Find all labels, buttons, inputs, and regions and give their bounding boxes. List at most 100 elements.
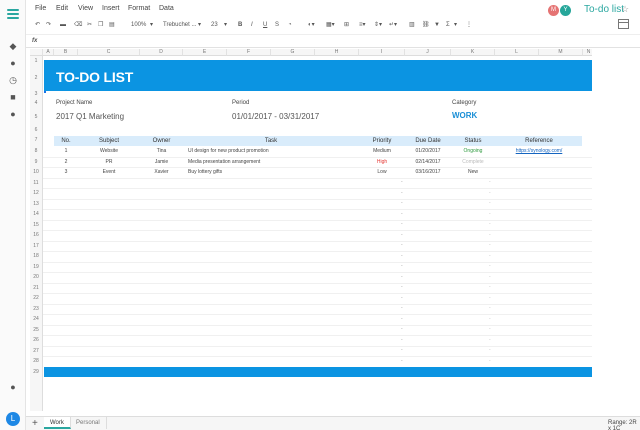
info-icon[interactable]: ● bbox=[7, 108, 19, 120]
user-avatar[interactable]: L bbox=[6, 412, 20, 426]
column-header[interactable]: J bbox=[405, 49, 451, 56]
column-header[interactable]: C bbox=[78, 49, 140, 56]
cell-status[interactable]: Complete bbox=[451, 159, 495, 165]
chevron-down-icon[interactable]: ▾ bbox=[198, 20, 201, 30]
cell-owner[interactable]: Jamie bbox=[140, 159, 183, 165]
status-placeholder[interactable]: - bbox=[489, 190, 491, 196]
status-placeholder[interactable]: - bbox=[489, 284, 491, 290]
cell-task[interactable]: Buy lottery gifts bbox=[188, 169, 222, 175]
row-header[interactable]: 8 bbox=[30, 146, 43, 157]
header-due-date[interactable]: Due Date bbox=[405, 138, 451, 144]
due-date-placeholder[interactable]: - bbox=[401, 221, 403, 227]
header-reference[interactable]: Reference bbox=[495, 138, 583, 144]
row-header[interactable]: 12 bbox=[30, 188, 43, 199]
status-placeholder[interactable]: - bbox=[489, 305, 491, 311]
row-header[interactable]: 27 bbox=[30, 345, 43, 356]
menu-edit[interactable]: Edit bbox=[56, 5, 68, 12]
collaborator-avatar-y[interactable]: Y bbox=[560, 5, 571, 16]
row-header[interactable]: 15 bbox=[30, 219, 43, 230]
column-header[interactable]: G bbox=[271, 49, 315, 56]
status-placeholder[interactable]: - bbox=[489, 179, 491, 185]
status-placeholder[interactable]: - bbox=[489, 326, 491, 332]
cell-subject[interactable]: Event bbox=[78, 169, 140, 175]
row-header[interactable]: 14 bbox=[30, 209, 43, 220]
paste-icon[interactable]: ▤ bbox=[109, 20, 115, 30]
cell-no[interactable]: 1 bbox=[54, 148, 78, 154]
status-placeholder[interactable]: - bbox=[489, 211, 491, 217]
footer-banner[interactable] bbox=[44, 367, 592, 377]
column-header[interactable]: A bbox=[43, 49, 54, 56]
row-header[interactable]: 21 bbox=[30, 282, 43, 293]
due-date-placeholder[interactable]: - bbox=[401, 200, 403, 206]
due-date-placeholder[interactable]: - bbox=[401, 347, 403, 353]
row-header[interactable]: 25 bbox=[30, 324, 43, 335]
cell-status[interactable]: New bbox=[451, 169, 495, 175]
project-name-value[interactable]: 2017 Q1 Marketing bbox=[56, 112, 124, 121]
spreadsheet-grid[interactable]: A B C D E F G H I J K L M N 1 2 3 4 5 6 … bbox=[30, 49, 592, 411]
row-header[interactable]: 1 bbox=[30, 56, 43, 66]
due-date-placeholder[interactable]: - bbox=[401, 274, 403, 280]
cell-priority[interactable]: Low bbox=[359, 169, 405, 175]
row-header[interactable]: 9 bbox=[30, 156, 43, 167]
header-subject[interactable]: Subject bbox=[78, 138, 140, 144]
zoom-select[interactable]: 100% bbox=[131, 20, 146, 30]
header-task[interactable]: Task bbox=[183, 138, 359, 144]
row-header[interactable]: 16 bbox=[30, 230, 43, 241]
row-header[interactable]: 10 bbox=[30, 167, 43, 178]
chevron-down-icon[interactable]: ▾ bbox=[454, 20, 457, 30]
row-header[interactable]: 22 bbox=[30, 293, 43, 304]
row-header[interactable]: 29 bbox=[30, 367, 43, 377]
cell-owner[interactable]: Tina bbox=[140, 148, 183, 154]
header-owner[interactable]: Owner bbox=[140, 138, 183, 144]
menu-view[interactable]: View bbox=[78, 5, 93, 12]
row-header[interactable]: 20 bbox=[30, 272, 43, 283]
borders-icon[interactable]: ▦▾ bbox=[326, 20, 335, 30]
formula-bar[interactable]: fx bbox=[26, 34, 640, 48]
row-header[interactable]: 24 bbox=[30, 314, 43, 325]
status-placeholder[interactable]: - bbox=[489, 337, 491, 343]
status-placeholder[interactable]: - bbox=[489, 200, 491, 206]
header-priority[interactable]: Priority bbox=[359, 138, 405, 144]
undo-icon[interactable]: ↶ bbox=[35, 20, 40, 30]
due-date-placeholder[interactable]: - bbox=[401, 242, 403, 248]
align-vertical-icon[interactable]: ⇕▾ bbox=[374, 20, 382, 30]
due-date-placeholder[interactable]: - bbox=[401, 337, 403, 343]
chat-icon[interactable]: ● bbox=[7, 381, 19, 393]
font-family-select[interactable]: Trebuchet ... bbox=[163, 20, 196, 30]
row-header[interactable]: 26 bbox=[30, 335, 43, 346]
due-date-placeholder[interactable]: - bbox=[401, 295, 403, 301]
header-no[interactable]: No. bbox=[54, 138, 78, 144]
cell-task[interactable]: Media presentation arrangement bbox=[188, 159, 260, 165]
share-user-icon[interactable]: ● bbox=[7, 57, 19, 69]
header-status[interactable]: Status bbox=[451, 138, 495, 144]
column-header[interactable]: D bbox=[140, 49, 183, 56]
text-wrap-icon[interactable]: ↵▾ bbox=[389, 20, 397, 30]
align-horizontal-icon[interactable]: ≡▾ bbox=[359, 20, 366, 30]
history-icon[interactable]: ◷ bbox=[7, 74, 19, 86]
cell-subject[interactable]: Website bbox=[78, 148, 140, 154]
merge-cells-icon[interactable]: ⊞ bbox=[344, 20, 349, 30]
menu-data[interactable]: Data bbox=[159, 5, 174, 12]
redo-icon[interactable]: ↷ bbox=[46, 20, 51, 30]
add-sheet-icon[interactable]: + bbox=[32, 418, 38, 429]
column-header[interactable]: K bbox=[451, 49, 495, 56]
tag-icon[interactable]: ◆ bbox=[7, 40, 19, 52]
row-header[interactable]: 5 bbox=[30, 108, 43, 126]
column-header[interactable]: I bbox=[359, 49, 405, 56]
due-date-placeholder[interactable]: - bbox=[401, 305, 403, 311]
row-header[interactable]: 6 bbox=[30, 126, 43, 135]
row-header[interactable]: 18 bbox=[30, 251, 43, 262]
filter-icon[interactable]: ▼ bbox=[434, 20, 440, 30]
column-header[interactable]: E bbox=[183, 49, 227, 56]
due-date-placeholder[interactable]: - bbox=[401, 284, 403, 290]
column-header[interactable]: L bbox=[495, 49, 539, 56]
menu-icon[interactable] bbox=[7, 9, 19, 21]
due-date-placeholder[interactable]: - bbox=[401, 190, 403, 196]
bold-button[interactable]: B bbox=[238, 20, 242, 30]
italic-button[interactable]: I bbox=[251, 20, 253, 30]
status-placeholder[interactable]: - bbox=[489, 316, 491, 322]
cell-due-date[interactable]: 01/20/2017 bbox=[405, 148, 451, 154]
column-header[interactable]: N bbox=[583, 49, 592, 56]
row-header[interactable]: 13 bbox=[30, 198, 43, 209]
status-placeholder[interactable]: - bbox=[489, 263, 491, 269]
